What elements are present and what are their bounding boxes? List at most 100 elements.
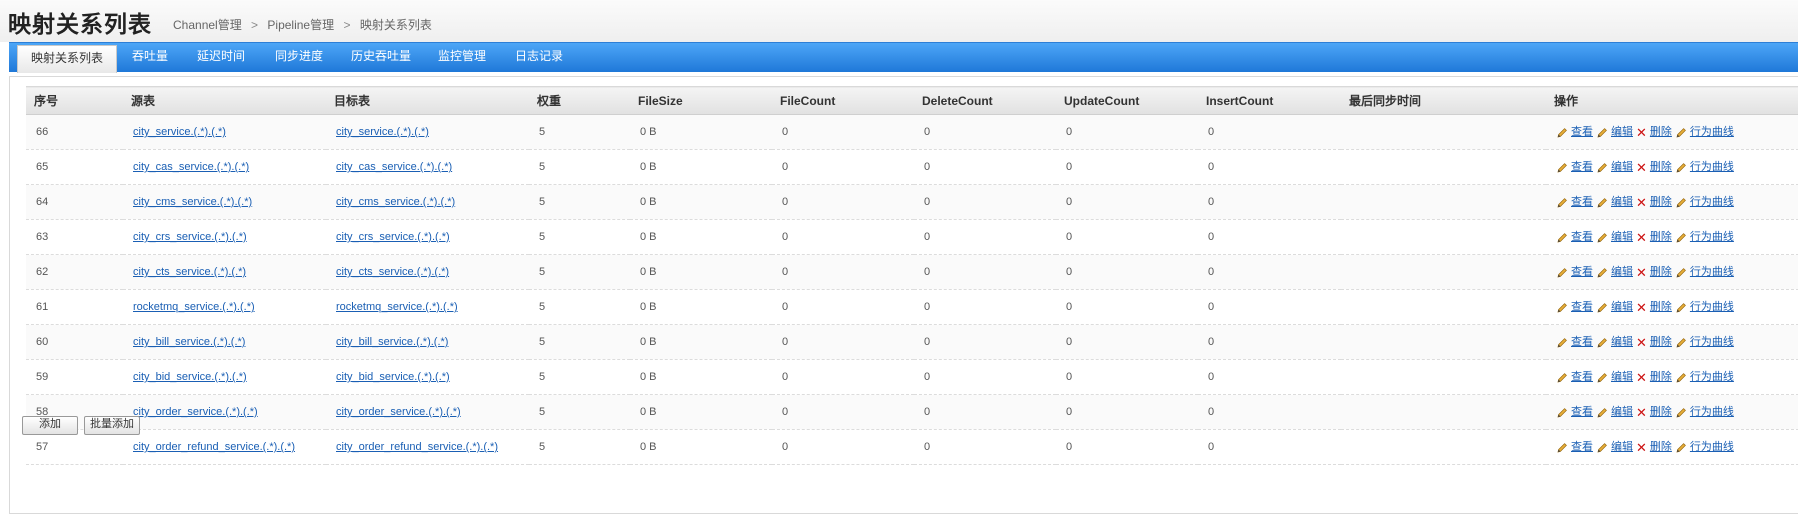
source-table-link[interactable]: city_service.(.*).(.*) — [133, 126, 226, 138]
delete-link[interactable]: 删除 — [1650, 126, 1672, 138]
behavior-curve-link[interactable]: 行为曲线 — [1690, 161, 1734, 173]
delete-link[interactable]: 删除 — [1650, 406, 1672, 418]
cell-weight: 5 — [529, 394, 630, 430]
cell-actions: 查看 编辑 ✕ 删除 行为曲线 — [1546, 394, 1798, 430]
tab-monitor[interactable]: 监控管理 — [438, 43, 486, 72]
delete-link[interactable]: 删除 — [1650, 336, 1672, 348]
edit-pencil-icon — [1596, 126, 1611, 138]
view-link[interactable]: 查看 — [1571, 441, 1593, 453]
col-header-actions: 操作 — [1546, 86, 1798, 115]
cell-filesize: 0 B — [630, 429, 772, 465]
view-link[interactable]: 查看 — [1571, 301, 1593, 313]
behavior-curve-link[interactable]: 行为曲线 — [1690, 266, 1734, 278]
cell-filesize: 0 B — [630, 219, 772, 255]
source-table-link[interactable]: city_bid_service.(.*).(.*) — [133, 371, 247, 383]
target-table-link[interactable]: city_crs_service.(.*).(.*) — [336, 231, 450, 243]
source-table-link[interactable]: city_order_refund_service.(.*).(.*) — [133, 441, 295, 453]
source-table-link[interactable]: rocketmq_service.(.*).(.*) — [133, 301, 255, 313]
target-table-link[interactable]: city_bid_service.(.*).(.*) — [336, 371, 450, 383]
tab-throughput[interactable]: 吞吐量 — [132, 43, 168, 72]
cell-filecount: 0 — [772, 184, 914, 220]
target-table-link[interactable]: city_bill_service.(.*).(.*) — [336, 336, 448, 348]
behavior-curve-link[interactable]: 行为曲线 — [1690, 406, 1734, 418]
cell-target: city_service.(.*).(.*) — [326, 114, 529, 150]
target-table-link[interactable]: city_service.(.*).(.*) — [336, 126, 429, 138]
edit-link[interactable]: 编辑 — [1611, 336, 1633, 348]
target-table-link[interactable]: rocketmq_service.(.*).(.*) — [336, 301, 458, 313]
cell-id: 62 — [26, 254, 123, 290]
behavior-curve-link[interactable]: 行为曲线 — [1690, 336, 1734, 348]
cell-insertcount: 0 — [1198, 219, 1341, 255]
edit-link[interactable]: 编辑 — [1611, 371, 1633, 383]
edit-link[interactable]: 编辑 — [1611, 441, 1633, 453]
behavior-curve-link[interactable]: 行为曲线 — [1690, 231, 1734, 243]
delete-link[interactable]: 删除 — [1650, 196, 1672, 208]
edit-link[interactable]: 编辑 — [1611, 406, 1633, 418]
edit-pencil-icon — [1596, 196, 1611, 208]
source-table-link[interactable]: city_cms_service.(.*).(.*) — [133, 196, 252, 208]
target-table-link[interactable]: city_order_refund_service.(.*).(.*) — [336, 441, 498, 453]
edit-pencil-icon — [1596, 371, 1611, 383]
source-table-link[interactable]: city_order_service.(.*).(.*) — [133, 406, 258, 418]
col-header-insertcount: InsertCount — [1198, 86, 1341, 115]
delete-link[interactable]: 删除 — [1650, 266, 1672, 278]
delete-x-icon: ✕ — [1636, 404, 1647, 420]
view-link[interactable]: 查看 — [1571, 336, 1593, 348]
cell-last-sync — [1341, 359, 1546, 395]
delete-x-icon: ✕ — [1636, 334, 1647, 350]
target-table-link[interactable]: city_order_service.(.*).(.*) — [336, 406, 461, 418]
edit-link[interactable]: 编辑 — [1611, 196, 1633, 208]
delete-x-icon: ✕ — [1636, 264, 1647, 280]
delete-link[interactable]: 删除 — [1650, 161, 1672, 173]
source-table-link[interactable]: city_cts_service.(.*).(.*) — [133, 266, 246, 278]
edit-link[interactable]: 编辑 — [1611, 231, 1633, 243]
cell-actions: 查看 编辑 ✕ 删除 行为曲线 — [1546, 184, 1798, 220]
target-table-link[interactable]: city_cas_service.(.*).(.*) — [336, 161, 452, 173]
cell-target: city_order_service.(.*).(.*) — [326, 394, 529, 430]
view-link[interactable]: 查看 — [1571, 126, 1593, 138]
col-header-deletecount: DeleteCount — [914, 86, 1056, 115]
view-link[interactable]: 查看 — [1571, 231, 1593, 243]
tab-delay-time[interactable]: 延迟时间 — [197, 43, 245, 72]
tab-mapping-list[interactable]: 映射关系列表 — [17, 45, 117, 73]
view-link[interactable]: 查看 — [1571, 266, 1593, 278]
source-table-link[interactable]: city_cas_service.(.*).(.*) — [133, 161, 249, 173]
cell-target: city_bill_service.(.*).(.*) — [326, 324, 529, 360]
target-table-link[interactable]: city_cms_service.(.*).(.*) — [336, 196, 455, 208]
add-button[interactable]: 添加 — [22, 416, 78, 435]
delete-link[interactable]: 删除 — [1650, 301, 1672, 313]
behavior-curve-link[interactable]: 行为曲线 — [1690, 301, 1734, 313]
breadcrumb-item-channel[interactable]: Channel管理 — [173, 18, 242, 32]
tab-history-throughput[interactable]: 历史吞吐量 — [351, 43, 411, 72]
curve-pencil-icon — [1675, 301, 1690, 313]
edit-link[interactable]: 编辑 — [1611, 301, 1633, 313]
col-header-filecount: FileCount — [772, 86, 914, 115]
tab-sync-progress[interactable]: 同步进度 — [275, 43, 323, 72]
edit-link[interactable]: 编辑 — [1611, 266, 1633, 278]
delete-link[interactable]: 删除 — [1650, 231, 1672, 243]
cell-target: rocketmq_service.(.*).(.*) — [326, 289, 529, 325]
delete-link[interactable]: 删除 — [1650, 371, 1672, 383]
cell-filesize: 0 B — [630, 289, 772, 325]
breadcrumb-item-pipeline[interactable]: Pipeline管理 — [267, 18, 334, 32]
behavior-curve-link[interactable]: 行为曲线 — [1690, 441, 1734, 453]
view-link[interactable]: 查看 — [1571, 371, 1593, 383]
target-table-link[interactable]: city_cts_service.(.*).(.*) — [336, 266, 449, 278]
source-table-link[interactable]: city_bill_service.(.*).(.*) — [133, 336, 245, 348]
edit-link[interactable]: 编辑 — [1611, 161, 1633, 173]
batch-add-button[interactable]: 批量添加 — [84, 416, 140, 435]
edit-link[interactable]: 编辑 — [1611, 126, 1633, 138]
view-link[interactable]: 查看 — [1571, 196, 1593, 208]
view-link[interactable]: 查看 — [1571, 161, 1593, 173]
behavior-curve-link[interactable]: 行为曲线 — [1690, 196, 1734, 208]
edit-pencil-icon — [1596, 231, 1611, 243]
behavior-curve-link[interactable]: 行为曲线 — [1690, 371, 1734, 383]
col-header-last-sync: 最后同步时间 — [1341, 86, 1546, 115]
view-link[interactable]: 查看 — [1571, 406, 1593, 418]
tab-logs[interactable]: 日志记录 — [515, 43, 563, 72]
cell-weight: 5 — [529, 254, 630, 290]
source-table-link[interactable]: city_crs_service.(.*).(.*) — [133, 231, 247, 243]
delete-link[interactable]: 删除 — [1650, 441, 1672, 453]
table-row: 66 city_service.(.*).(.*) city_service.(.*… — [26, 114, 1798, 150]
behavior-curve-link[interactable]: 行为曲线 — [1690, 126, 1734, 138]
